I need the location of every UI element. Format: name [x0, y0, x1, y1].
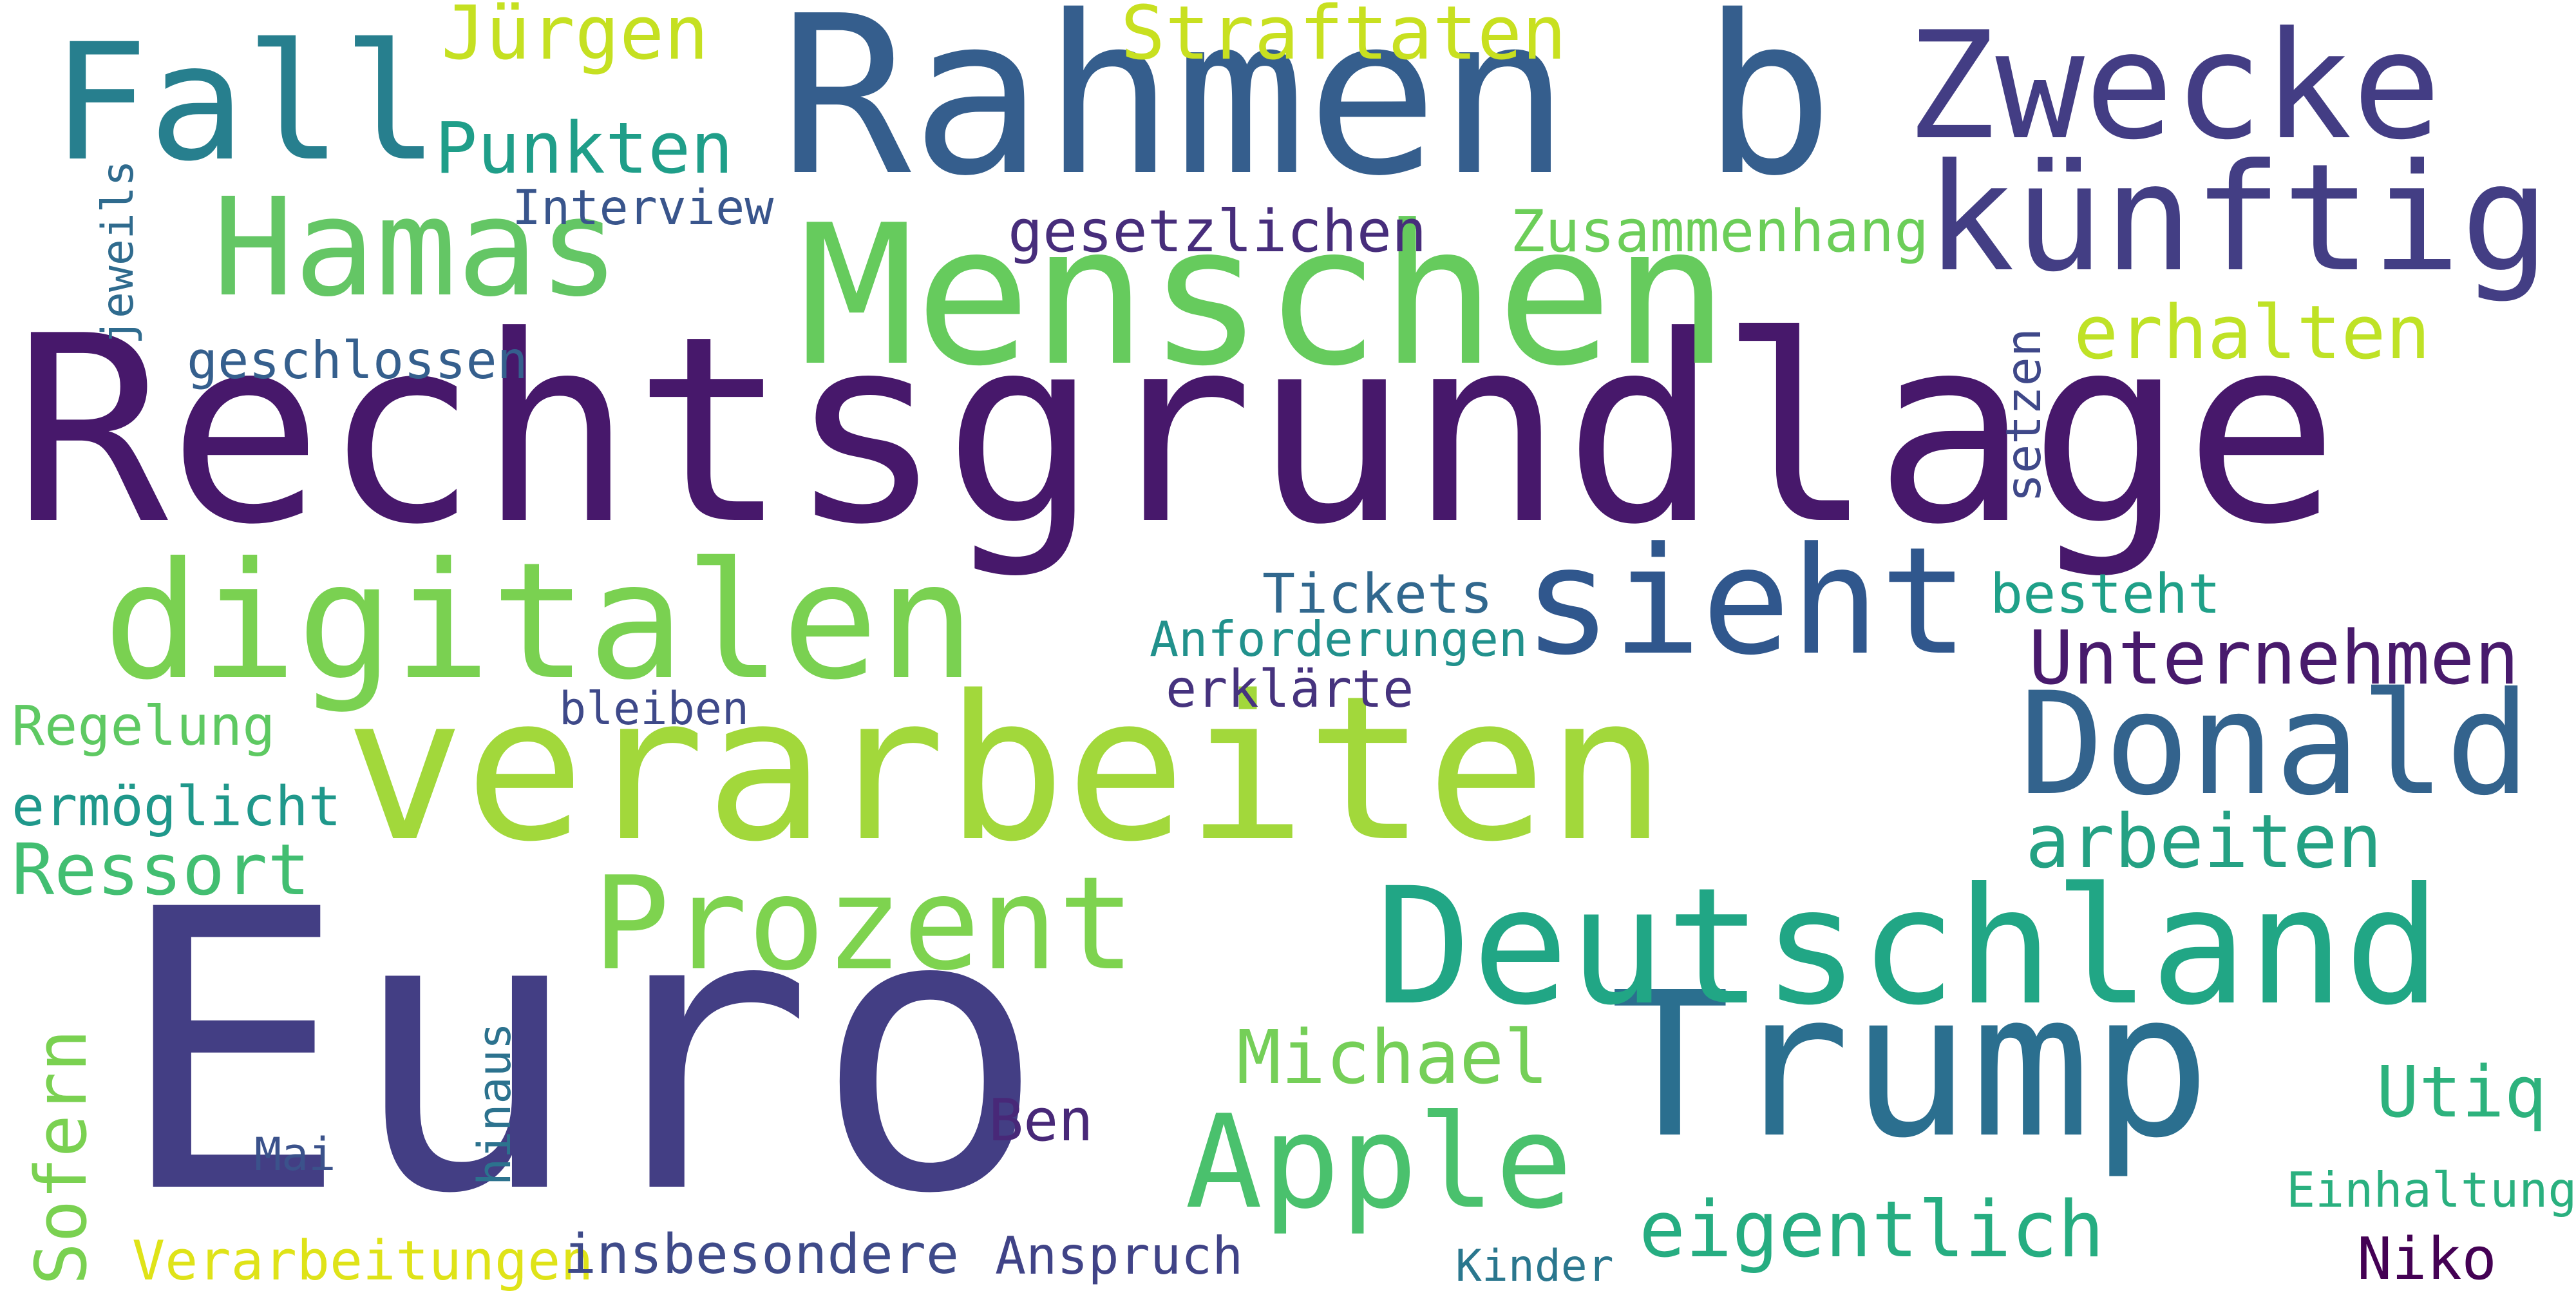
word-zusammenhang: Zusammenhang: [1510, 198, 1929, 265]
word-regelung: Regelung: [12, 694, 276, 758]
word-setzen: setzen: [1995, 328, 2052, 503]
word-utiq: Utiq: [2376, 1051, 2547, 1133]
word-erhalten: erhalten: [2074, 290, 2430, 376]
word-hinaus: hinaus: [468, 1022, 521, 1185]
word-kinder: Kinder: [1455, 1241, 1614, 1292]
word-eigentlich: eigentlich: [1639, 1185, 2105, 1275]
word-arbeiten: arbeiten: [2025, 799, 2382, 885]
word-unternehmen: Unternehmen: [2029, 615, 2519, 702]
word-gesetzlichen: gesetzlichen: [1008, 198, 1427, 265]
word-niko: Niko: [2357, 1225, 2497, 1293]
word-straftaten: Straftaten: [1121, 0, 1567, 77]
word-verarbeitungen: Verarbeitungen: [132, 1229, 594, 1293]
word-ben: Ben: [989, 1087, 1094, 1154]
word-sieht: sieht: [1523, 516, 1969, 688]
word-ermoeglicht: ermöglicht: [12, 775, 341, 839]
word-cloud: Rechtsgrundlage Euro verarbeiten Rahmen …: [0, 0, 2576, 1288]
word-interview: Interview: [512, 179, 774, 236]
word-geschlossen: geschlossen: [187, 330, 528, 390]
word-punkten: Punkten: [435, 107, 734, 189]
word-einhaltung: Einhaltung: [2286, 1162, 2576, 1218]
word-apple: Apple: [1185, 1087, 1573, 1238]
word-anforderungen: Anforderungen: [1150, 611, 1528, 667]
word-sofern: Sofern: [20, 1029, 102, 1285]
word-anspruch: Anspruch: [995, 1226, 1244, 1286]
word-insbesondere: insbesondere: [564, 1223, 960, 1287]
word-besteht: besteht: [1990, 562, 2221, 626]
word-erklaerte: erklärte: [1166, 659, 1414, 719]
word-prozent: Prozent: [592, 849, 1135, 999]
word-bleiben: bleiben: [559, 682, 750, 735]
word-mai: Mai: [254, 1128, 336, 1181]
word-juergen: Jürgen: [441, 0, 709, 77]
word-digitalen: digitalen: [103, 528, 976, 715]
word-jeweils: jeweils: [93, 160, 144, 345]
word-kuenftig: künftig: [1926, 133, 2550, 305]
word-michael: Michael: [1236, 1015, 1549, 1101]
word-ressort: Ressort: [12, 828, 310, 911]
word-deutschland: Deutschland: [1375, 853, 2441, 1040]
